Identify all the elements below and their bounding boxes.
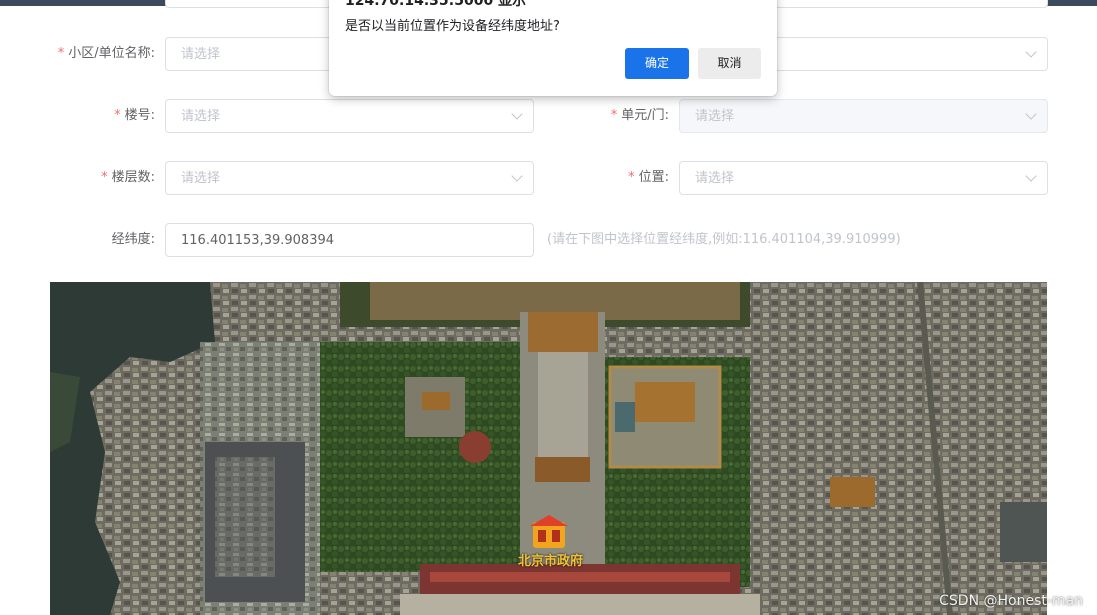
unit-label: * 单元/门: <box>519 98 669 134</box>
unit-placeholder: 请选择 <box>695 109 735 124</box>
building-label-text: 楼号: <box>124 108 155 123</box>
floors-placeholder: 请选择 <box>181 171 221 186</box>
latlng-label: 经纬度: <box>111 232 155 247</box>
unit-label-text: 单元/门: <box>621 108 669 123</box>
cancel-button[interactable]: 取消 <box>698 48 761 79</box>
position-select[interactable]: 请选择 <box>679 161 1048 195</box>
confirm-dialog: 124.70.14.35:5000 显示 是否以当前位置作为设备经纬度地址? 确… <box>329 0 777 96</box>
latlng-input[interactable]: 116.401153,39.908394 <box>165 223 534 257</box>
required-mark: * <box>57 46 65 61</box>
required-mark: * <box>101 170 108 185</box>
chevron-down-icon <box>1025 108 1037 120</box>
required-mark: * <box>610 108 618 123</box>
position-placeholder: 请选择 <box>695 171 735 186</box>
watermark: CSDN @Honest-man <box>939 593 1083 609</box>
unit-select[interactable]: 请选择 <box>679 99 1048 133</box>
confirm-button[interactable]: 确定 <box>625 48 689 79</box>
required-mark: * <box>114 108 121 123</box>
dialog-message: 是否以当前位置作为设备经纬度地址? <box>345 19 560 34</box>
latlng-value: 116.401153,39.908394 <box>181 233 335 248</box>
required-mark: * <box>628 170 635 185</box>
map-marker-label[interactable]: 北京市政府 <box>518 550 583 569</box>
floors-label: * 楼层数: <box>5 160 155 196</box>
community-label: * 小区/单位名称: <box>5 36 155 72</box>
satellite-map[interactable]: 北京市政府 <box>50 282 1047 615</box>
building-select[interactable]: 请选择 <box>165 99 534 133</box>
building-placeholder: 请选择 <box>181 109 221 124</box>
dialog-title: 124.70.14.35:5000 显示 <box>345 0 527 9</box>
position-label: * 位置: <box>519 160 669 196</box>
chevron-down-icon <box>1025 46 1037 58</box>
floors-select[interactable]: 请选择 <box>165 161 534 195</box>
building-label: * 楼号: <box>5 98 155 134</box>
floors-label-text: 楼层数: <box>111 170 155 185</box>
community-placeholder: 请选择 <box>181 47 221 62</box>
position-label-text: 位置: <box>638 170 669 185</box>
chevron-down-icon <box>1025 170 1037 182</box>
community-label-text: 小区/单位名称: <box>68 46 155 61</box>
latlng-hint: (请在下图中选择位置经纬度,例如:116.401104,39.910999) <box>547 232 901 247</box>
